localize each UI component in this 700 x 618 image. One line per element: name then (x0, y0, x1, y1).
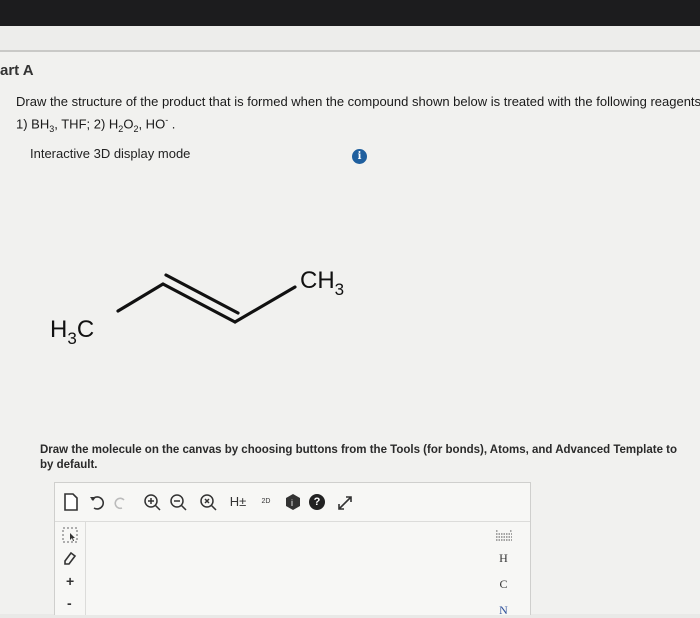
zoom-reset-icon[interactable] (199, 493, 217, 511)
eraser-icon[interactable] (63, 551, 77, 565)
atoms-column: H C N (477, 521, 530, 618)
question-line-1: Draw the structure of the product that i… (16, 94, 700, 109)
atom-n-button[interactable]: N (477, 603, 530, 618)
explicit-hydrogens-button[interactable]: H± (227, 493, 249, 511)
redo-icon[interactable] (113, 493, 127, 511)
select-tool-icon[interactable] (62, 527, 78, 543)
atom-c-button[interactable]: C (477, 577, 530, 592)
question-line-2: 1) BH3, THF; 2) H2O2, HO- . (16, 115, 176, 134)
canvas-instructions: Draw the molecule on the canvas by choos… (40, 443, 677, 473)
tools-column: + - (55, 521, 86, 615)
top-dark-bar (0, 0, 700, 26)
instructions-line-2: by default. (40, 459, 98, 471)
plus-charge-button[interactable]: + (66, 573, 74, 589)
editor-toolbar: H± 2D i ? (55, 483, 530, 522)
double-bond-line (164, 273, 240, 315)
molecule-structure: H3C CH3 (50, 267, 344, 348)
info-icon[interactable]: i (352, 149, 367, 164)
ch3-label: CH3 (300, 267, 344, 299)
minus-charge-button[interactable]: - (67, 595, 72, 611)
clean-2d-button[interactable]: 2D (255, 493, 277, 511)
new-document-icon[interactable] (63, 493, 79, 511)
periodic-table-icon[interactable] (495, 529, 513, 541)
drawing-editor: H± 2D i ? + - H C N (54, 482, 531, 618)
info-toolbar-icon[interactable]: i (285, 493, 301, 511)
zoom-in-icon[interactable] (143, 493, 161, 511)
part-title: art A (0, 62, 34, 79)
zoom-out-icon[interactable] (169, 493, 187, 511)
question-text: Draw the structure of the product that i… (16, 92, 700, 139)
atom-h-button[interactable]: H (477, 551, 530, 566)
h3c-label: H3C (50, 316, 94, 348)
header-strip (0, 26, 700, 52)
svg-text:i: i (291, 498, 293, 508)
bond-lines (116, 273, 297, 324)
instructions-line-1: Draw the molecule on the canvas by choos… (40, 444, 678, 456)
help-icon[interactable]: ? (309, 494, 325, 510)
expand-icon[interactable] (337, 493, 353, 511)
display-mode-label: Interactive 3D display mode (30, 146, 191, 161)
undo-icon[interactable] (89, 493, 105, 511)
